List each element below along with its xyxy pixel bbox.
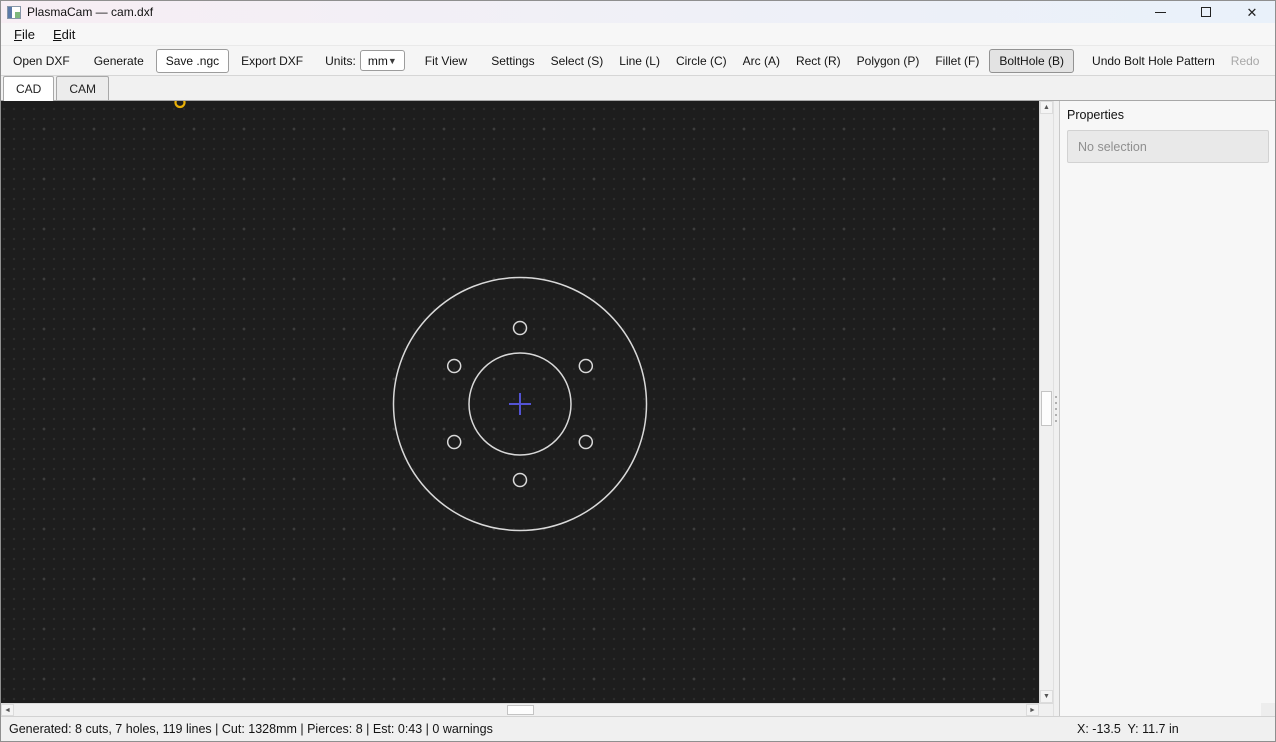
settings-button[interactable]: Settings [483, 49, 542, 73]
scrollbar-corner [1261, 703, 1275, 716]
status-generated-text: Generated: 8 cuts, 7 holes, 119 lines | … [9, 722, 493, 736]
splitter-grip-icon [1055, 395, 1057, 422]
units-select[interactable]: mm ▼ [359, 50, 405, 71]
vertical-scrollbar[interactable]: ▲ ▼ [1039, 101, 1053, 703]
redo-button[interactable]: Redo [1223, 49, 1268, 73]
export-dxf-button[interactable]: Export DXF [233, 49, 311, 73]
bolthole-tool-button[interactable]: BoltHole (B) [989, 48, 1075, 73]
properties-panel: Properties No selection [1059, 101, 1275, 716]
cad-canvas[interactable] [1, 101, 1039, 703]
open-dxf-button[interactable]: Open DXF [5, 49, 78, 73]
window-title: PlasmaCam — cam.dxf [27, 5, 154, 19]
no-selection-text: No selection [1078, 139, 1147, 154]
close-icon: ✕ [1246, 4, 1258, 20]
tab-cad[interactable]: CAD [3, 76, 55, 101]
drawing-svg [174, 101, 648, 532]
units-value: mm [367, 53, 388, 68]
arc-tool-button[interactable]: Arc (A) [735, 49, 788, 73]
select-tool-button[interactable]: Select (S) [543, 49, 612, 73]
units-label: Units: [325, 53, 356, 68]
canvas-column: ▲ ▼ ◄ ► [1, 101, 1275, 716]
menu-bar: File Edit [1, 23, 1275, 46]
undo-bolt-hole-pattern-button[interactable]: Undo Bolt Hole Pattern [1084, 49, 1223, 73]
fit-view-button[interactable]: Fit View [417, 49, 475, 73]
app-icon [7, 5, 21, 19]
app-window: PlasmaCam — cam.dxf ✕ File Edit Open DXF… [0, 0, 1276, 742]
status-bar: Generated: 8 cuts, 7 holes, 119 lines | … [1, 716, 1275, 741]
properties-title: Properties [1067, 108, 1124, 122]
rect-tool-button[interactable]: Rect (R) [788, 49, 849, 73]
scroll-left-arrow[interactable]: ◄ [1, 704, 14, 716]
scroll-down-arrow[interactable]: ▼ [1040, 690, 1053, 703]
minimize-button[interactable] [1137, 1, 1183, 23]
vertical-scrollbar-thumb[interactable] [1041, 391, 1052, 426]
tab-cam[interactable]: CAM [56, 76, 110, 100]
tab-strip: CAD CAM [1, 76, 1275, 101]
title-bar: PlasmaCam — cam.dxf ✕ [1, 1, 1275, 23]
tab-cam-label: CAM [69, 81, 97, 96]
fillet-tool-button[interactable]: Fillet (F) [927, 49, 987, 73]
status-cursor-coordinates: X: -13.5 Y: 11.7 in [1077, 722, 1179, 736]
toolbar: Open DXF Generate Save .ngc Export DXF U… [1, 46, 1275, 76]
save-ngc-button[interactable]: Save .ngc [155, 48, 230, 73]
minimize-icon [1154, 11, 1166, 13]
close-button[interactable]: ✕ [1229, 1, 1275, 23]
circle-tool-button[interactable]: Circle (C) [668, 49, 735, 73]
menu-file[interactable]: File [5, 24, 44, 45]
menu-edit[interactable]: Edit [44, 24, 84, 45]
no-selection-box: No selection [1067, 130, 1269, 163]
line-tool-button[interactable]: Line (L) [611, 49, 668, 73]
scroll-right-arrow[interactable]: ► [1026, 704, 1039, 716]
main-area: ▲ ▼ ◄ ► Properties No selection [1, 101, 1275, 716]
horizontal-scrollbar[interactable]: ◄ ► [1, 703, 1053, 716]
polygon-tool-button[interactable]: Polygon (P) [849, 49, 928, 73]
chevron-down-icon: ▼ [387, 55, 397, 66]
maximize-icon [1201, 7, 1211, 17]
scroll-up-arrow[interactable]: ▲ [1040, 101, 1053, 114]
panel-splitter[interactable] [1053, 101, 1059, 716]
maximize-button[interactable] [1183, 1, 1229, 23]
generate-button[interactable]: Generate [86, 49, 152, 73]
window-controls: ✕ [1137, 1, 1275, 23]
horizontal-scrollbar-thumb[interactable] [507, 705, 534, 715]
tab-cad-label: CAD [16, 82, 42, 96]
